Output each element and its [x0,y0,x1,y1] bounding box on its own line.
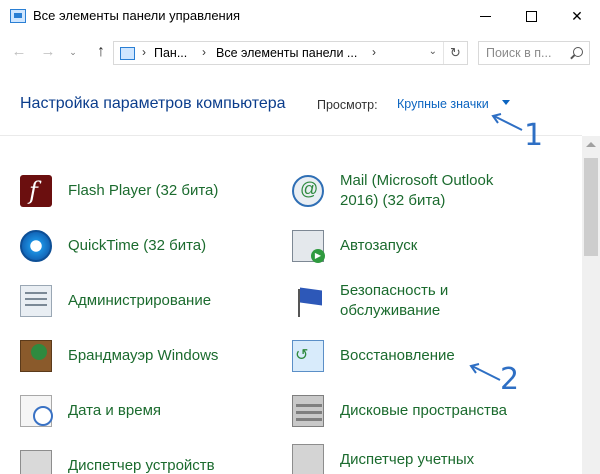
breadcrumb-separator-icon[interactable]: › [202,45,206,59]
device-manager-icon [20,450,52,474]
navigation-bar: ← → ⌄ ↑ › Пан... › Все элементы панели .… [0,32,600,72]
credential-manager-icon [292,444,324,474]
item-label-line: Безопасность и [340,282,449,299]
control-panel-icon [10,9,26,23]
annotation-marker-1: 1 [524,118,544,153]
flash-player-icon [20,175,52,207]
recovery-icon [292,340,324,372]
item-label[interactable]: Администрирование [68,291,211,311]
minimize-button[interactable] [462,0,508,32]
date-time-icon [20,395,53,427]
autoplay-icon [292,230,325,263]
item-label[interactable]: Безопасность и обслуживание [340,281,448,321]
item-label[interactable]: QuickTime (32 бита) [68,236,206,256]
page-title: Настройка параметров компьютера [20,95,286,112]
back-button[interactable]: ← [8,42,30,62]
item-label-line: обслуживание [340,302,441,319]
address-dropdown-icon[interactable]: ⌄ [429,46,437,57]
item-label[interactable]: Дисковые пространства [340,401,507,421]
scrollbar-thumb[interactable] [584,158,598,256]
breadcrumb-item[interactable]: Все элементы панели ... [216,46,357,60]
address-bar[interactable]: › Пан... › Все элементы панели ... › ⌄ ↻ [113,41,468,65]
item-label-line: Mail (Microsoft Outlook [340,172,494,189]
item-label[interactable]: Flash Player (32 бита) [68,181,218,201]
mail-icon [292,175,324,207]
quicktime-icon [20,230,52,262]
title-bar: Все элементы панели управления ✕ [0,0,600,32]
item-label[interactable]: Дата и время [68,401,161,421]
view-label: Просмотр: [317,98,378,112]
item-label[interactable]: Восстановление [340,346,455,366]
item-label[interactable]: Диспетчер учетных [340,450,474,470]
search-icon [573,47,583,57]
chevron-down-icon[interactable] [502,100,510,105]
breadcrumb-separator-icon[interactable]: › [372,45,376,59]
maximize-button[interactable] [508,0,554,32]
maximize-icon [525,10,537,22]
recent-locations-button[interactable]: ⌄ [66,42,80,62]
refresh-button[interactable]: ↻ [443,42,467,64]
firewall-icon [20,340,52,372]
item-label-line: 2016) (32 бита) [340,192,446,209]
breadcrumb-separator-icon[interactable]: › [142,45,146,59]
control-panel-icon [120,47,135,60]
search-input[interactable]: Поиск в п... [486,46,551,60]
vertical-scrollbar[interactable] [582,136,600,474]
item-label[interactable]: Автозапуск [340,236,417,256]
storage-spaces-icon [292,395,324,427]
search-box[interactable]: Поиск в п... [478,41,590,65]
scroll-up-icon[interactable] [586,142,596,147]
annotation-marker-2: 2 [500,362,520,397]
security-flag-icon [292,285,324,317]
item-label[interactable]: Брандмауэр Windows [68,346,218,366]
item-label[interactable]: Диспетчер устройств [68,456,215,474]
close-button[interactable]: ✕ [554,0,600,32]
forward-button[interactable]: → [37,42,59,62]
window-title: Все элементы панели управления [33,8,241,23]
minimize-icon [479,15,491,17]
breadcrumb-item[interactable]: Пан... [154,46,187,60]
item-label[interactable]: Mail (Microsoft Outlook 2016) (32 бита) [340,171,493,211]
administration-icon [20,285,52,317]
up-button[interactable]: ↑ [90,42,112,62]
close-icon: ✕ [571,7,583,24]
view-mode-dropdown[interactable]: Крупные значки [397,97,489,111]
